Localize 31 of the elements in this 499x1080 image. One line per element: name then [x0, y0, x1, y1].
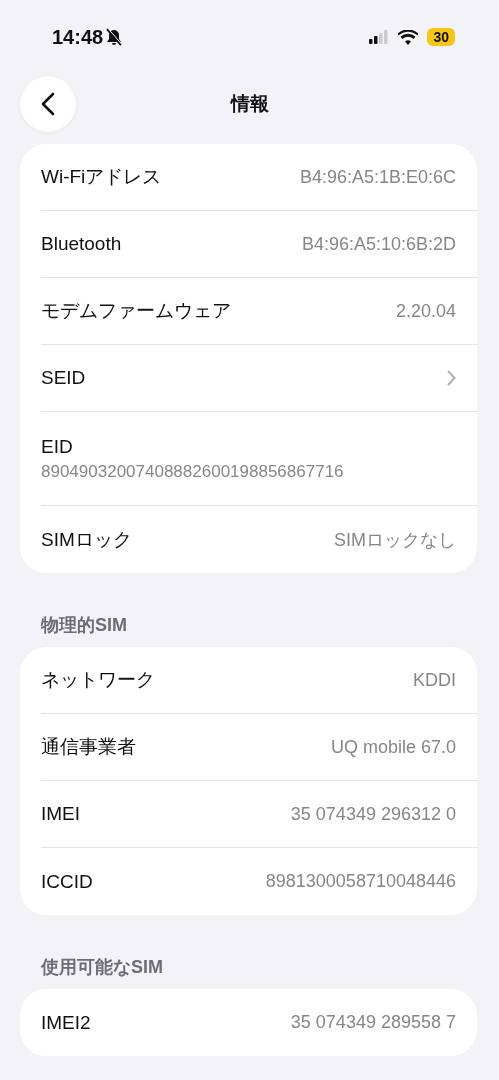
signal-icon — [369, 30, 390, 44]
row-label: IMEI — [41, 803, 81, 825]
row-value: 35 074349 296312 0 — [290, 803, 456, 825]
chevron-right-icon — [447, 370, 456, 386]
row-value: B4:96:A5:10:6B:2D — [301, 233, 456, 255]
row-value: SIMロックなし — [334, 528, 456, 552]
section-header: 使用可能なSIM — [39, 956, 164, 979]
row-label: ネットワーク — [41, 668, 155, 692]
row-label: Bluetooth — [41, 233, 122, 255]
row-label: 通信事業者 — [41, 735, 136, 759]
row-label: ICCID — [41, 870, 93, 893]
row-label: Wi-Fiアドレス — [41, 165, 162, 189]
row-label: EID — [41, 435, 73, 458]
battery-indicator: 30 — [427, 28, 455, 46]
row-value: 89049032007408882600198856867716 — [41, 461, 344, 482]
row-label: モデムファームウェア — [41, 299, 231, 323]
row-value: 2.20.04 — [395, 300, 456, 322]
section-header: 物理的SIM — [39, 614, 128, 637]
back-button[interactable] — [20, 76, 76, 132]
status-time: 14:48 — [52, 25, 104, 49]
row-value: UQ mobile 67.0 — [330, 736, 456, 758]
page-title: 情報 — [229, 92, 270, 116]
row-value: KDDI — [413, 669, 456, 691]
row-value: B4:96:A5:1B:E0:6C — [299, 166, 456, 188]
wifi-icon — [398, 29, 419, 45]
list-row[interactable]: SEID — [41, 345, 477, 412]
row-value: 35 074349 289558 7 — [290, 1012, 456, 1033]
row-value: 8981300058710048446 — [265, 871, 456, 892]
row-label: SIMロック — [41, 527, 132, 552]
chevron-left-icon — [41, 92, 55, 116]
row-label: IMEI2 — [41, 1011, 91, 1034]
